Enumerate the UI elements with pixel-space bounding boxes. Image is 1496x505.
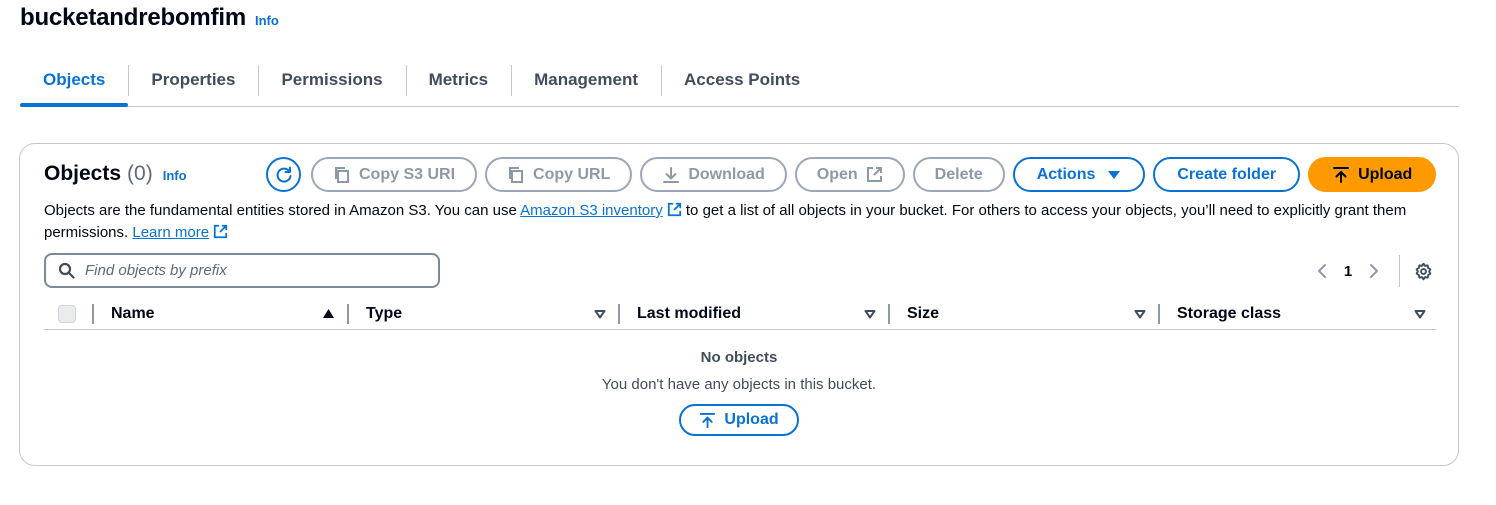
actions-dropdown-button[interactable]: Actions [1012,157,1146,192]
search-box[interactable] [44,253,440,288]
previous-page-button[interactable] [1307,263,1337,279]
s3-inventory-link-label: Amazon S3 inventory [520,202,663,219]
empty-state-message: You don't have any objects in this bucke… [601,376,877,393]
pager-divider [1399,255,1400,287]
copy-s3-uri-button[interactable]: Copy S3 URI [311,157,478,192]
column-type-label: Type [366,304,403,322]
objects-panel-title: Objects [44,162,122,185]
tab-metrics[interactable]: Metrics [405,56,512,104]
sort-icon [1414,309,1426,318]
refresh-button[interactable] [266,157,301,192]
page-header: bucketandrebomfim Info [20,4,279,32]
tab-permissions[interactable]: Permissions [258,56,405,104]
learn-more-link[interactable]: Learn more [132,224,209,241]
search-icon [58,262,75,279]
tab-access-points[interactable]: Access Points [661,56,823,104]
bucket-tabs: Objects Properties Permissions Metrics M… [20,56,1459,107]
learn-more-link-label: Learn more [132,224,210,241]
copy-url-label: Copy URL [533,165,611,183]
column-last-modified-label: Last modified [637,304,742,322]
tab-objects[interactable]: Objects [20,56,129,107]
download-icon [663,166,680,183]
upload-label: Upload [1358,165,1413,183]
objects-toolbar: Copy S3 URI Copy URL Download Open Delet… [266,157,1437,192]
column-storage-class-label: Storage class [1177,304,1282,322]
column-name[interactable]: Name [94,298,347,329]
objects-info-link[interactable]: Info [163,168,187,183]
preferences-button[interactable] [1410,262,1436,281]
column-name-label: Name [111,304,155,322]
create-folder-label: Create folder [1177,165,1277,183]
upload-button[interactable]: Upload [1308,157,1437,192]
upload-icon [1333,166,1350,183]
sort-icon [594,309,606,318]
chevron-right-icon [1370,264,1378,278]
open-button[interactable]: Open [794,157,905,192]
delete-label: Delete [934,165,983,183]
tab-properties[interactable]: Properties [128,56,258,104]
column-size-label: Size [907,304,940,322]
external-link-icon[interactable] [213,224,228,239]
gear-icon [1415,262,1431,280]
delete-button[interactable]: Delete [912,157,1005,192]
column-last-modified[interactable]: Last modified [620,298,888,329]
objects-panel-header: Objects (0) Info [44,162,187,186]
column-size[interactable]: Size [890,298,1158,329]
download-label: Download [688,165,765,183]
copy-s3-uri-label: Copy S3 URI [359,165,456,183]
empty-state-title: No objects [700,349,778,366]
header-info-link[interactable]: Info [255,13,279,28]
copy-url-button[interactable]: Copy URL [485,157,633,192]
empty-state: No objects You don't have any objects in… [20,349,1458,436]
actions-label: Actions [1036,165,1096,183]
upload-icon [700,412,716,428]
objects-description: Objects are the fundamental entities sto… [44,200,1444,244]
empty-state-upload-label: Upload [724,411,779,428]
s3-inventory-link[interactable]: Amazon S3 inventory [520,202,663,219]
objects-table-header: Name Type Last modified Size Storage cla… [44,298,1436,330]
chevron-left-icon [1318,264,1326,278]
open-label: Open [816,165,858,183]
pagination: 1 [1307,255,1436,287]
select-all-checkbox[interactable] [58,304,76,323]
objects-count: (0) [127,162,153,185]
create-folder-button[interactable]: Create folder [1153,157,1301,192]
refresh-icon [276,166,291,183]
sort-ascending-icon [323,309,334,318]
next-page-button[interactable] [1359,263,1389,279]
page-number[interactable]: 1 [1337,263,1359,280]
empty-state-upload-button[interactable]: Upload [679,404,799,436]
copy-icon [509,166,524,183]
external-link-icon[interactable] [667,202,682,217]
page-title: bucketandrebomfim [20,4,246,31]
column-storage-class[interactable]: Storage class [1160,298,1436,329]
search-input[interactable] [85,262,415,279]
external-link-icon [866,167,882,182]
objects-panel: Objects (0) Info Copy S3 URI Copy URL Do… [19,143,1459,466]
column-type[interactable]: Type [349,298,618,329]
sort-icon [864,309,876,318]
download-button[interactable]: Download [640,157,787,192]
caret-down-icon [1108,170,1121,179]
description-text-1: Objects are the fundamental entities sto… [44,202,521,219]
sort-icon [1134,309,1146,318]
tab-management[interactable]: Management [511,56,661,104]
copy-icon [335,166,349,183]
